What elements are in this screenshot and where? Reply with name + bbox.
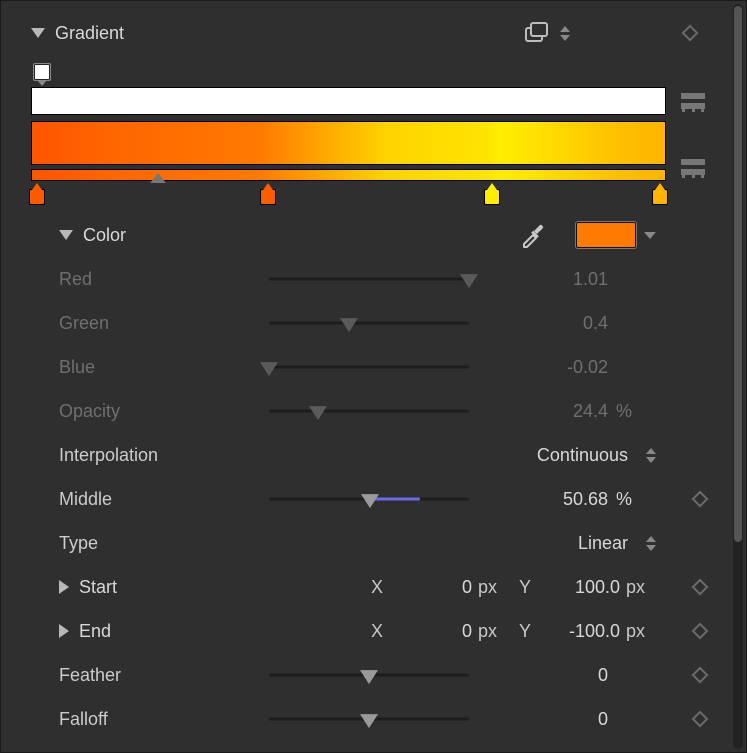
- color-expand-caret[interactable]: [644, 232, 656, 239]
- eyedropper-icon[interactable]: [520, 222, 546, 248]
- y-axis-label: Y: [514, 621, 536, 642]
- caret-down-icon: [59, 230, 73, 240]
- gradient-header-row: Gradient: [31, 11, 706, 55]
- section-title: Gradient: [55, 23, 124, 44]
- keyframe-diamond-icon[interactable]: [692, 623, 709, 640]
- opacity-value[interactable]: 24.4: [486, 401, 616, 422]
- opacity-slider[interactable]: [269, 402, 469, 420]
- start-row: Start X 0 px Y 100.0 px: [31, 565, 706, 609]
- feather-row: Feather 0: [31, 653, 706, 697]
- feather-value[interactable]: 0: [486, 665, 616, 686]
- subsection-title: Color: [83, 225, 126, 246]
- color-stop[interactable]: [260, 189, 276, 205]
- param-label: Middle: [59, 489, 269, 510]
- unit-label: px: [626, 577, 656, 598]
- falloff-slider[interactable]: [269, 710, 469, 728]
- keyframe-diamond-icon[interactable]: [692, 711, 709, 728]
- middle-unit: %: [616, 489, 656, 510]
- color-gradient-overview[interactable]: [31, 169, 666, 181]
- type-stepper[interactable]: [646, 536, 656, 551]
- gradient-disclosure[interactable]: Gradient: [31, 23, 124, 44]
- gradient-editor: [31, 63, 706, 207]
- middle-value[interactable]: 50.68: [486, 489, 616, 510]
- opacity-unit: %: [616, 401, 656, 422]
- caret-down-icon: [31, 28, 45, 38]
- start-y-value[interactable]: 100.0: [542, 577, 620, 598]
- type-value[interactable]: Linear: [578, 533, 636, 554]
- color-swatch[interactable]: [576, 222, 636, 248]
- unit-label: px: [478, 621, 508, 642]
- keyframe-diamond-icon[interactable]: [692, 579, 709, 596]
- falloff-row: Falloff 0: [31, 697, 706, 741]
- unit-label: px: [626, 621, 656, 642]
- feather-slider[interactable]: [269, 666, 469, 684]
- distribute-color-icon[interactable]: [680, 158, 706, 178]
- green-row: Green 0.4: [31, 301, 706, 345]
- scrollbar-thumb[interactable]: [734, 6, 742, 542]
- end-disclosure[interactable]: End: [59, 621, 269, 642]
- interpolation-value[interactable]: Continuous: [537, 445, 636, 466]
- middle-row: Middle 50.68 %: [31, 477, 706, 521]
- alpha-stop-track[interactable]: [37, 63, 666, 85]
- param-label: Green: [59, 313, 269, 334]
- keyframe-diamond-icon[interactable]: [692, 491, 709, 508]
- y-axis-label: Y: [514, 577, 536, 598]
- end-y-value[interactable]: -100.0: [542, 621, 620, 642]
- gradient-inspector-panel: Gradient: [0, 0, 747, 753]
- interpolation-stepper[interactable]: [646, 448, 656, 463]
- preset-library-icon[interactable]: [524, 22, 550, 44]
- keyframe-diamond-icon[interactable]: [682, 25, 699, 42]
- caret-right-icon: [59, 624, 69, 638]
- end-row: End X 0 px Y -100.0 px: [31, 609, 706, 653]
- keyframe-diamond-icon[interactable]: [692, 667, 709, 684]
- color-stop[interactable]: [652, 189, 668, 205]
- vertical-scrollbar[interactable]: [733, 4, 743, 749]
- gradient-midpoint[interactable]: [150, 173, 166, 183]
- caret-right-icon: [59, 580, 69, 594]
- param-label: Interpolation: [59, 445, 269, 466]
- alpha-stop[interactable]: [33, 63, 51, 81]
- middle-slider[interactable]: [269, 490, 469, 508]
- start-disclosure[interactable]: Start: [59, 577, 269, 598]
- alpha-gradient-bar[interactable]: [31, 87, 666, 115]
- color-stop[interactable]: [484, 189, 500, 205]
- end-x-value[interactable]: 0: [394, 621, 472, 642]
- x-axis-label: X: [366, 621, 388, 642]
- blue-value[interactable]: -0.02: [486, 357, 616, 378]
- param-label: Falloff: [59, 709, 269, 730]
- param-label: Opacity: [59, 401, 269, 422]
- opacity-row: Opacity 24.4 %: [31, 389, 706, 433]
- blue-row: Blue -0.02: [31, 345, 706, 389]
- param-label: Type: [59, 533, 269, 554]
- color-stop-track[interactable]: [37, 183, 660, 207]
- color-stop[interactable]: [29, 189, 45, 205]
- start-x-value[interactable]: 0: [394, 577, 472, 598]
- falloff-value[interactable]: 0: [486, 709, 616, 730]
- red-row: Red 1.01: [31, 257, 706, 301]
- color-disclosure[interactable]: Color: [59, 225, 126, 246]
- green-value[interactable]: 0.4: [486, 313, 616, 334]
- param-label: Start: [79, 577, 117, 598]
- red-value[interactable]: 1.01: [486, 269, 616, 290]
- unit-label: px: [478, 577, 508, 598]
- param-label: End: [79, 621, 111, 642]
- red-slider[interactable]: [269, 270, 469, 288]
- param-label: Feather: [59, 665, 269, 686]
- distribute-alpha-icon[interactable]: [680, 92, 706, 112]
- param-label: Blue: [59, 357, 269, 378]
- param-label: Red: [59, 269, 269, 290]
- preset-stepper[interactable]: [560, 26, 570, 41]
- blue-slider[interactable]: [269, 358, 469, 376]
- x-axis-label: X: [366, 577, 388, 598]
- color-gradient-bar[interactable]: [31, 121, 666, 165]
- type-row: Type Linear: [31, 521, 706, 565]
- interpolation-row: Interpolation Continuous: [31, 433, 706, 477]
- green-slider[interactable]: [269, 314, 469, 332]
- color-subsection-row: Color: [31, 213, 706, 257]
